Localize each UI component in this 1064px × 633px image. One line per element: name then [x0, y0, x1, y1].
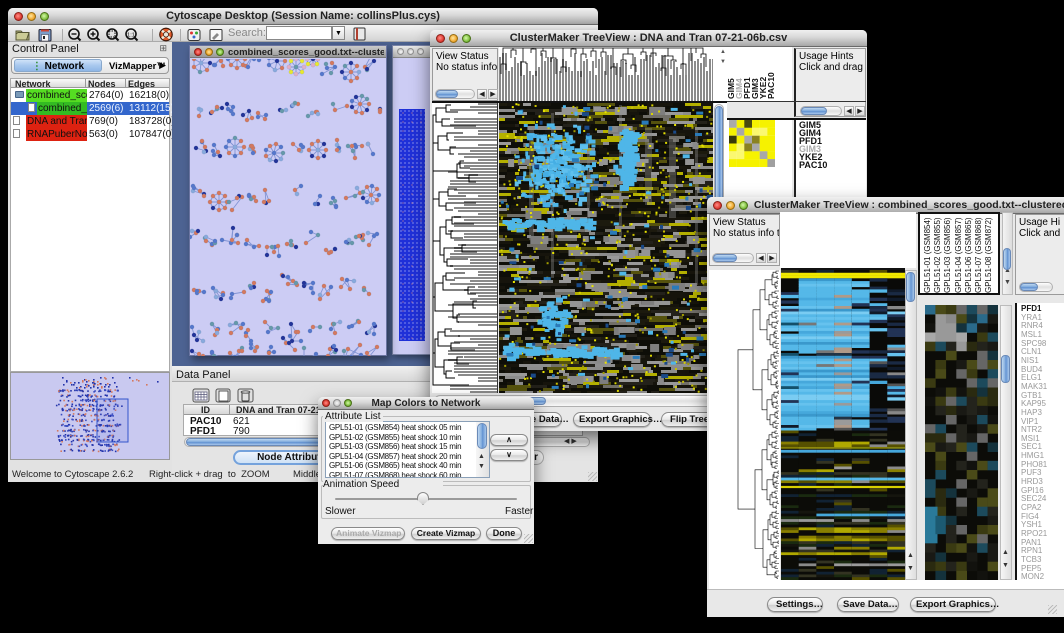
- svg-text:1:1: 1:1: [127, 33, 135, 39]
